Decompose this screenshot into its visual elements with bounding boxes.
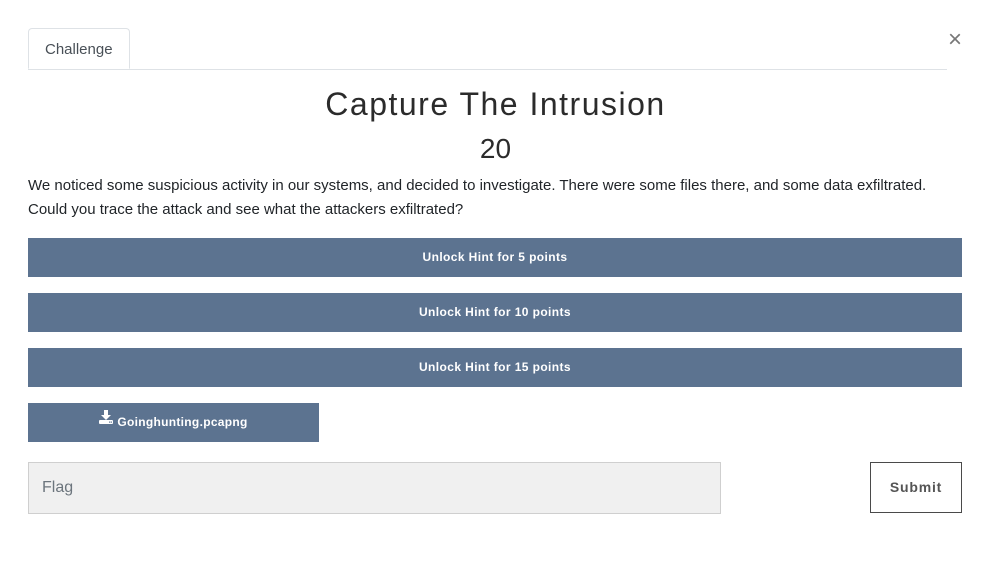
unlock-hint-button[interactable]: Unlock Hint for 10 points bbox=[28, 293, 962, 332]
download-icon bbox=[99, 401, 114, 440]
unlock-hint-label: Unlock Hint for 5 points bbox=[422, 250, 568, 264]
file-name: Goinghunting.pcapng bbox=[117, 415, 248, 429]
challenge-value: 20 bbox=[479, 133, 512, 164]
unlock-hint-button[interactable]: Unlock Hint for 5 points bbox=[28, 238, 962, 277]
tab-bar: Challenge bbox=[28, 28, 947, 70]
challenge-title: Capture The Intrusion bbox=[325, 86, 666, 122]
download-file-button[interactable]: Goinghunting.pcapng bbox=[28, 403, 319, 442]
tab-challenge[interactable]: Challenge bbox=[28, 28, 130, 69]
unlock-hint-label: Unlock Hint for 15 points bbox=[418, 360, 571, 374]
unlock-hint-label: Unlock Hint for 10 points bbox=[418, 305, 571, 319]
submit-button[interactable]: Submit bbox=[870, 462, 962, 513]
challenge-description: We noticed some suspicious activity in o… bbox=[28, 177, 927, 218]
flag-input[interactable] bbox=[28, 462, 721, 514]
challenge-modal: Challenge × Capture The Intrusion 20 We … bbox=[0, 0, 991, 561]
close-icon[interactable]: × bbox=[944, 27, 966, 53]
unlock-hint-button[interactable]: Unlock Hint for 15 points bbox=[28, 348, 962, 387]
